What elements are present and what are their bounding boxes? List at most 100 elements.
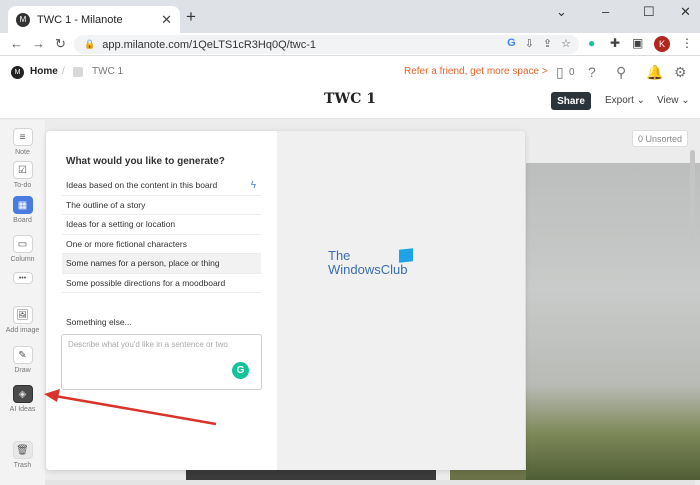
tool-label: Add image (5, 327, 40, 334)
ai-options-list: Ideas based on the content in this board… (62, 176, 261, 293)
board-icon (73, 67, 83, 77)
prompt-input[interactable]: Describe what you'd like in a sentence o… (61, 334, 262, 390)
image-card[interactable] (450, 470, 526, 480)
tool-ai-ideas[interactable]: ◈ AI Ideas (0, 385, 45, 413)
tool-label: Draw (14, 367, 31, 374)
ai-option-characters[interactable]: One or more fictional characters (62, 235, 261, 254)
watermark: The WindowsClub (328, 249, 407, 277)
tab-title: TWC 1 - Milanote (37, 13, 123, 26)
unsorted-button[interactable]: 0 Unsorted (632, 130, 688, 147)
tool-label: Trash (13, 462, 32, 469)
export-menu[interactable]: Export ⌄ (605, 95, 645, 106)
settings-gear-icon[interactable]: ⚙ (674, 64, 687, 81)
view-menu[interactable]: View ⌄ (657, 95, 690, 106)
watermark-line2: WindowsClub (328, 262, 408, 277)
option-label: Some names for a person, place or thing (66, 258, 220, 269)
google-icon[interactable]: G (507, 37, 516, 50)
ai-option-board-content[interactable]: Ideas based on the content in this board… (62, 176, 261, 196)
todo-icon: ☑ (12, 161, 33, 179)
refer-friend-link[interactable]: Refer a friend, get more space > (404, 66, 548, 77)
breadcrumb-separator: / (62, 66, 65, 77)
extensions-puzzle-icon[interactable]: ✚ (610, 36, 620, 50)
close-window-button[interactable]: ✕ (680, 4, 691, 20)
tool-label: Column (10, 256, 35, 263)
option-label: Ideas for a setting or location (66, 219, 176, 230)
ai-ideas-icon: ◈ (12, 385, 33, 403)
tool-more[interactable]: ••• (0, 272, 45, 284)
bell-icon[interactable]: 🔔 (646, 64, 663, 81)
ai-option-story-outline[interactable]: The outline of a story (62, 196, 261, 215)
install-icon[interactable]: ⇩ (525, 37, 534, 50)
option-label: One or more fictional characters (66, 238, 187, 249)
breadcrumb-home[interactable]: Home (30, 66, 58, 77)
tool-board[interactable]: ▦ Board (0, 196, 45, 224)
back-button[interactable]: ← (10, 36, 23, 51)
tool-trash[interactable]: 🗑 Trash (0, 441, 45, 469)
vertical-scrollbar[interactable] (690, 150, 695, 240)
lock-icon[interactable]: 🔒 (84, 39, 95, 50)
address-bar[interactable]: 🔒 app.milanote.com/1QeLTS1cR3Hq0Q/twc-1 … (74, 35, 579, 54)
new-tab-button[interactable]: + (186, 7, 196, 27)
tool-column[interactable]: ▭ Column (0, 235, 45, 263)
lightning-icon: ϟ (250, 180, 256, 191)
ai-heading: What would you like to generate? (66, 156, 225, 167)
option-label: Some possible directions for a moodboard (66, 277, 226, 288)
tool-add-image[interactable]: 🖼 Add image (0, 306, 45, 334)
trash-icon: 🗑 (12, 441, 33, 459)
windows-logo-icon (399, 248, 413, 263)
browser-menu-icon[interactable]: ⋮ (681, 36, 693, 50)
note-icon: ≡ (12, 128, 33, 146)
breadcrumb-board[interactable]: TWC 1 (92, 66, 123, 77)
left-toolbar: ≡ Note ☑ To-do ▦ Board ▭ Column ••• 🖼 Ad… (0, 120, 45, 485)
tool-note[interactable]: ≡ Note (0, 128, 45, 156)
browser-tab-bar: M TWC 1 - Milanote ✕ + ⌄ – ☐ ✕ (0, 0, 700, 33)
grammarly-extension-icon[interactable]: ● (588, 36, 595, 50)
maximize-button[interactable]: ☐ (643, 4, 655, 20)
share-page-icon[interactable]: ⇪ (543, 37, 552, 50)
milanote-favicon-icon: M (16, 12, 30, 27)
chevron-down-icon[interactable]: ⌄ (556, 4, 567, 20)
reload-button[interactable]: ↻ (55, 36, 66, 52)
milanote-logo-icon[interactable]: M (11, 66, 24, 79)
phone-icon[interactable]: ▯ (556, 64, 564, 81)
help-icon[interactable]: ? (588, 64, 596, 80)
image-icon: 🖼 (12, 306, 33, 324)
forward-button[interactable]: → (32, 36, 45, 51)
tool-label: Note (15, 149, 30, 156)
horizontal-scrollbar[interactable] (45, 480, 695, 485)
bookmark-star-icon[interactable]: ☆ (561, 37, 571, 50)
tool-todo[interactable]: ☑ To-do (0, 161, 45, 189)
grammarly-icon[interactable]: G (232, 362, 249, 379)
option-label: The outline of a story (66, 199, 146, 210)
browser-tab[interactable]: M TWC 1 - Milanote ✕ (8, 6, 180, 33)
tab-close-icon[interactable]: ✕ (161, 12, 172, 28)
something-else-label: Something else... (66, 317, 132, 327)
more-dots-icon: ••• (12, 272, 33, 284)
ai-results-area: The WindowsClub (277, 131, 525, 470)
side-panel-icon[interactable]: ▣ (632, 36, 643, 50)
tool-label: Board (13, 217, 32, 224)
image-card[interactable] (186, 470, 436, 480)
tool-label: To-do (13, 182, 32, 189)
ai-options-column: What would you like to generate? Ideas b… (46, 131, 277, 470)
column-icon: ▭ (12, 235, 33, 253)
watermark-line1: The (328, 248, 351, 263)
app-header: M Home / TWC 1 Refer a friend, get more … (0, 56, 700, 119)
notifications-count: 0 (569, 67, 575, 78)
landscape-image[interactable] (526, 163, 700, 480)
tool-label: AI Ideas (9, 406, 36, 413)
ai-option-setting[interactable]: Ideas for a setting or location (62, 215, 261, 235)
profile-avatar[interactable]: K (654, 36, 670, 52)
url-text: app.milanote.com/1QeLTS1cR3Hq0Q/twc-1 (102, 38, 316, 51)
ai-ideas-panel: What would you like to generate? Ideas b… (46, 131, 525, 470)
search-icon[interactable]: ⚲ (616, 64, 626, 81)
board-icon: ▦ (12, 196, 33, 214)
pencil-icon: ✎ (12, 346, 33, 364)
option-label: Ideas based on the content in this board (66, 180, 218, 191)
share-button[interactable]: Share (551, 92, 591, 110)
page-title: TWC 1 (324, 91, 376, 107)
ai-option-names[interactable]: Some names for a person, place or thing (62, 254, 261, 274)
ai-option-moodboard[interactable]: Some possible directions for a moodboard (62, 274, 261, 293)
minimize-button[interactable]: – (602, 4, 609, 19)
tool-draw[interactable]: ✎ Draw (0, 346, 45, 374)
